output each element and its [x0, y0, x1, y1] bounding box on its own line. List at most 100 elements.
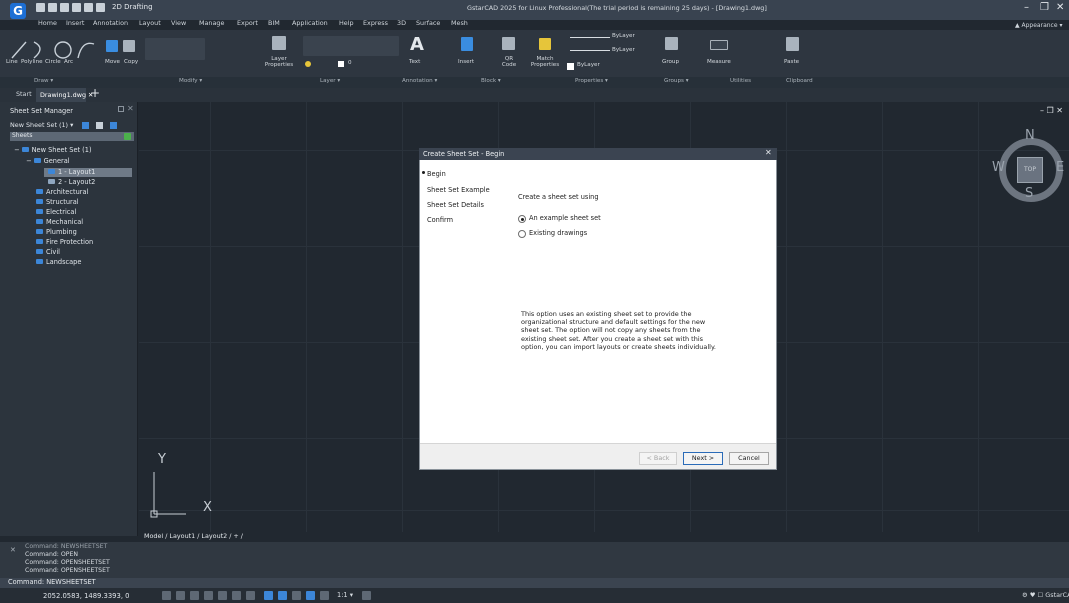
drawing-window-controls[interactable]: – ❐ ✕: [1040, 106, 1063, 115]
tree-category[interactable]: Mechanical: [36, 218, 83, 226]
dialog-close-button[interactable]: ✕: [765, 148, 772, 157]
text-icon[interactable]: A: [410, 34, 424, 55]
annotation-visibility-icon[interactable]: [320, 591, 329, 600]
layer-properties-label[interactable]: Layer Properties: [264, 56, 294, 68]
modify-tools-icon[interactable]: [145, 38, 205, 60]
group-draw[interactable]: Draw ▾: [34, 78, 53, 84]
match-properties-label[interactable]: Match Properties: [528, 56, 562, 68]
tree-layout1[interactable]: 1 - Layout1: [48, 168, 95, 176]
group-icon[interactable]: [665, 37, 678, 50]
layer-current[interactable]: 0: [348, 60, 352, 66]
menu-application[interactable]: Application: [292, 19, 328, 27]
match-properties-icon[interactable]: [539, 38, 551, 50]
compass-south[interactable]: S: [1025, 186, 1033, 201]
insert-label[interactable]: Insert: [458, 59, 474, 65]
selection-cycling-icon[interactable]: [292, 591, 301, 600]
measure-icon[interactable]: [710, 40, 728, 50]
new-icon[interactable]: [36, 3, 45, 12]
status-tray[interactable]: ⚙ ♥ ☐ GstarCAD: [1022, 591, 1069, 599]
lineweight-dropdown[interactable]: ByLayer: [577, 62, 600, 68]
menu-layout[interactable]: Layout: [139, 19, 161, 27]
menu-3d[interactable]: 3D: [397, 19, 406, 27]
line-label[interactable]: Line: [6, 59, 18, 65]
refresh-icon[interactable]: [124, 133, 131, 140]
compass-east[interactable]: E: [1056, 160, 1064, 175]
tree-root[interactable]: − New Sheet Set (1): [14, 146, 92, 154]
text-label[interactable]: Text: [409, 59, 420, 65]
tree-layout2[interactable]: 2 - Layout2: [48, 178, 95, 186]
viewcube-top-face[interactable]: TOP: [1017, 157, 1043, 183]
tree-category[interactable]: Landscape: [36, 258, 81, 266]
command-current-line[interactable]: Command: NEWSHEETSET: [8, 578, 96, 586]
back-button[interactable]: < Back: [639, 452, 677, 465]
radio-example-sheet-set[interactable]: [518, 215, 526, 223]
menu-insert[interactable]: Insert: [66, 19, 84, 27]
save-as-icon[interactable]: [72, 3, 81, 12]
collapse-icon[interactable]: −: [26, 157, 34, 165]
color-dropdown[interactable]: ByLayer: [612, 33, 635, 39]
polar-toggle-icon[interactable]: [204, 591, 213, 600]
group-utilities[interactable]: Utilities: [730, 78, 751, 84]
publish-icon[interactable]: [96, 122, 103, 129]
group-block[interactable]: Block ▾: [481, 78, 501, 84]
copy-label[interactable]: Copy: [124, 59, 138, 65]
collapse-icon[interactable]: −: [14, 146, 22, 154]
polyline-label[interactable]: Polyline: [21, 59, 43, 65]
move-icon[interactable]: [106, 40, 118, 52]
arc-label[interactable]: Arc: [64, 59, 73, 65]
qr-code-icon[interactable]: [502, 37, 515, 50]
linetype-dropdown[interactable]: ByLayer: [612, 47, 635, 53]
menu-mesh[interactable]: Mesh: [451, 19, 468, 27]
cancel-button[interactable]: Cancel: [729, 452, 769, 465]
insert-icon[interactable]: [461, 37, 473, 51]
osnap-toggle-icon[interactable]: [218, 591, 227, 600]
group-properties[interactable]: Properties ▾: [575, 78, 608, 84]
menu-export[interactable]: Export: [237, 19, 258, 27]
group-label[interactable]: Group: [662, 59, 679, 65]
measure-label[interactable]: Measure: [707, 59, 731, 65]
move-label[interactable]: Move: [105, 59, 120, 65]
sheet-options-icon[interactable]: [110, 122, 117, 129]
dyn-toggle-icon[interactable]: [246, 591, 255, 600]
sheet-set-open-icon[interactable]: [82, 122, 89, 129]
close-button[interactable]: ✕: [1056, 2, 1064, 13]
otrack-toggle-icon[interactable]: [232, 591, 241, 600]
tab-start[interactable]: Start: [16, 90, 32, 98]
restore-button[interactable]: ❐: [1040, 2, 1049, 13]
circle-label[interactable]: Circle: [45, 59, 61, 65]
paste-label[interactable]: Paste: [784, 59, 799, 65]
menu-view[interactable]: View: [171, 19, 186, 27]
group-annotation[interactable]: Annotation ▾: [402, 78, 437, 84]
annotation-scale[interactable]: 1:1 ▾: [337, 591, 353, 599]
radio-example-label[interactable]: An example sheet set: [529, 214, 601, 222]
model-layout-tabs[interactable]: Model / Layout1 / Layout2 / + /: [144, 532, 1069, 542]
tree-category[interactable]: Structural: [36, 198, 79, 206]
qr-code-label[interactable]: QR Code: [500, 56, 518, 68]
undo-icon[interactable]: [96, 3, 105, 12]
tree-category[interactable]: Civil: [36, 248, 60, 256]
sheets-tab[interactable]: Sheets: [10, 132, 134, 141]
minimize-button[interactable]: –: [1024, 2, 1029, 13]
panel-pin-icon[interactable]: [118, 106, 124, 112]
app-logo[interactable]: G: [10, 3, 26, 19]
menu-help[interactable]: Help: [339, 19, 354, 27]
group-groups[interactable]: Groups ▾: [664, 78, 689, 84]
next-button[interactable]: Next >: [683, 452, 723, 465]
compass-west[interactable]: W: [992, 160, 1005, 175]
open-icon[interactable]: [48, 3, 57, 12]
layer-tools-icon[interactable]: [303, 36, 399, 56]
appearance-menu[interactable]: ▲ Appearance ▾: [1015, 22, 1062, 29]
radio-existing-label[interactable]: Existing drawings: [529, 229, 587, 237]
menu-home[interactable]: Home: [38, 19, 57, 27]
menu-manage[interactable]: Manage: [199, 19, 224, 27]
group-clipboard[interactable]: Clipboard: [786, 78, 813, 84]
copy-icon[interactable]: [123, 40, 135, 52]
menu-annotation[interactable]: Annotation: [93, 19, 128, 27]
transparency-toggle-icon[interactable]: [278, 591, 287, 600]
radio-existing-drawings[interactable]: [518, 230, 526, 238]
compass-north[interactable]: N: [1025, 128, 1035, 143]
paste-icon[interactable]: [786, 37, 799, 51]
tree-category[interactable]: Fire Protection: [36, 238, 93, 246]
menu-surface[interactable]: Surface: [416, 19, 440, 27]
grid-toggle-icon[interactable]: [162, 591, 171, 600]
